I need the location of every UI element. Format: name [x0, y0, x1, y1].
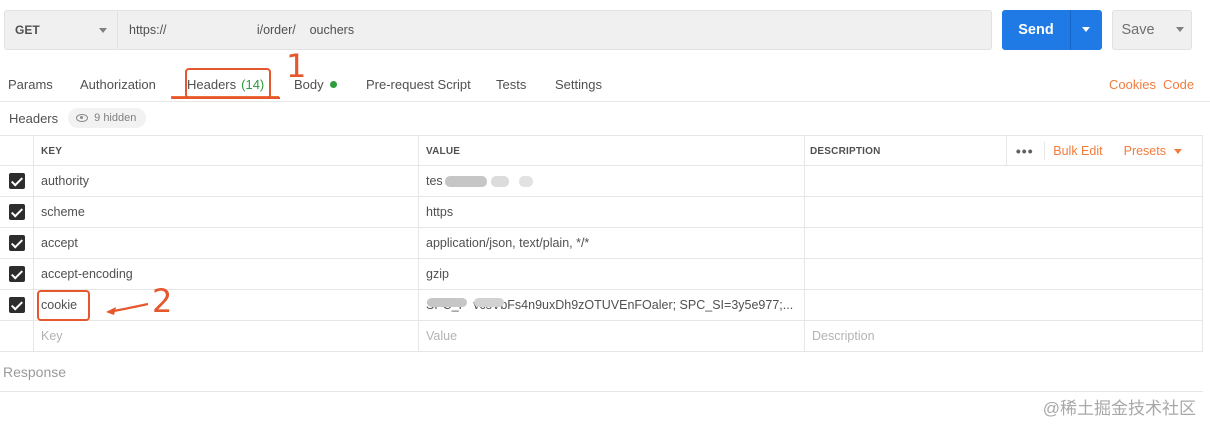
code-link[interactable]: Code — [1163, 66, 1194, 102]
key-cell[interactable]: scheme — [34, 197, 419, 227]
hidden-count: 9 hidden — [94, 112, 137, 124]
request-bar: GET https:// i/order/ ouchers Send Save — [4, 10, 1194, 50]
redacted-mark — [490, 175, 509, 187]
method-label: GET — [15, 23, 40, 37]
table-row: scheme https — [0, 197, 1203, 228]
key-cell[interactable]: accept-encoding — [34, 259, 419, 289]
row-checkbox[interactable] — [8, 173, 25, 189]
chevron-down-icon — [99, 28, 107, 33]
method-select[interactable]: GET — [4, 10, 118, 50]
table-tools: ••• Bulk Edit Presets — [1006, 136, 1202, 166]
annotation-number-2: 2 — [152, 282, 173, 320]
checkbox-cell — [0, 228, 34, 258]
bulk-edit-link[interactable]: Bulk Edit — [1053, 144, 1102, 158]
value-cell[interactable]: SPC_F vcsVbFs4n9uxDh9zOTUVEnFOaler; SPC_… — [419, 290, 805, 320]
table-row-new: Key Value Description — [0, 321, 1203, 352]
chevron-down-icon — [1082, 27, 1090, 32]
row-checkbox[interactable] — [8, 266, 25, 282]
description-cell[interactable] — [805, 228, 1203, 258]
checkbox-cell — [0, 321, 34, 351]
cookies-link[interactable]: Cookies — [1109, 66, 1156, 102]
description-cell[interactable] — [805, 197, 1203, 227]
row-checkbox[interactable] — [8, 204, 25, 220]
watermark: @稀土掘金技术社区 — [1042, 399, 1196, 418]
send-button[interactable]: Send — [1002, 10, 1102, 50]
description-cell[interactable] — [805, 259, 1203, 289]
send-options-button[interactable] — [1071, 10, 1102, 50]
divider — [1044, 142, 1046, 160]
value-column-header: VALUE — [419, 136, 805, 166]
description-cell[interactable] — [805, 290, 1203, 320]
redacted-mark — [444, 175, 487, 187]
annotation-box-cookie — [37, 290, 90, 321]
chevron-down-icon — [1174, 148, 1182, 154]
redacted-mark — [518, 175, 533, 187]
new-value-input[interactable]: Value — [419, 321, 805, 351]
row-checkbox[interactable] — [8, 235, 25, 251]
table-row: accept application/json, text/plain, */* — [0, 228, 1203, 259]
presets-dropdown[interactable]: Presets — [1124, 144, 1182, 158]
redacted-mark — [427, 298, 467, 307]
response-label: Response — [3, 363, 67, 380]
headers-label: Headers — [9, 110, 59, 126]
value-cell[interactable]: tes — [419, 166, 805, 196]
checkbox-cell — [0, 197, 34, 227]
headers-toolbar: Headers 9 hidden — [9, 108, 147, 128]
headers-table: KEY VALUE DESCRIPTION ••• Bulk Edit Pres… — [0, 135, 1203, 352]
status-dot-icon — [329, 80, 337, 88]
description-column-header: DESCRIPTION ••• Bulk Edit Presets — [805, 136, 1203, 166]
eye-icon — [76, 114, 89, 122]
key-cell[interactable]: authority — [34, 166, 419, 196]
tab-label: Params — [8, 76, 53, 92]
send-label: Send — [1018, 22, 1054, 38]
annotation-box-headers — [185, 68, 271, 99]
value-cell[interactable]: gzip — [419, 259, 805, 289]
checkbox-cell — [0, 290, 34, 320]
value-text: tes — [426, 174, 443, 188]
value-cell[interactable]: application/json, text/plain, */* — [419, 228, 805, 258]
save-options-button[interactable] — [1169, 11, 1191, 49]
tab-tests[interactable]: Tests — [496, 66, 526, 102]
description-cell[interactable] — [805, 166, 1203, 196]
more-options-icon[interactable]: ••• — [1006, 136, 1042, 166]
value-cell[interactable]: https — [419, 197, 805, 227]
tab-label: Tests — [496, 76, 527, 92]
tab-params[interactable]: Params — [8, 66, 53, 102]
table-header-row: KEY VALUE DESCRIPTION ••• Bulk Edit Pres… — [0, 135, 1203, 166]
tab-label: Pre-request Script — [366, 76, 471, 92]
save-label: Save — [1121, 22, 1155, 38]
checkbox-cell — [0, 259, 34, 289]
presets-label: Presets — [1123, 144, 1166, 158]
checkbox-cell — [0, 166, 34, 196]
hidden-headers-toggle[interactable]: 9 hidden — [68, 108, 147, 128]
table-row: authority tes — [0, 166, 1203, 197]
row-checkbox[interactable] — [8, 297, 25, 313]
table-row: cookie SPC_F vcsVbFs4n9uxDh9zOTUVEnFOale… — [0, 290, 1203, 321]
key-column-header: KEY — [34, 136, 419, 166]
annotation-arrow-icon — [106, 302, 149, 315]
description-header-label: DESCRIPTION — [810, 145, 881, 157]
table-row: accept-encoding gzip — [0, 259, 1203, 290]
response-panel: Response — [0, 351, 1203, 392]
key-cell[interactable]: cookie — [34, 290, 419, 320]
tab-pre-request-script[interactable]: Pre-request Script — [366, 66, 471, 102]
new-key-input[interactable]: Key — [34, 321, 419, 351]
key-cell[interactable]: accept — [34, 228, 419, 258]
redacted-mark — [474, 298, 504, 307]
annotation-underline — [172, 97, 280, 99]
tab-authorization[interactable]: Authorization — [80, 66, 156, 102]
annotation-number-1: 1 — [286, 47, 307, 85]
url-text: https:// i/order/ ouchers — [129, 23, 355, 37]
tab-settings[interactable]: Settings — [555, 66, 602, 102]
tab-label: Settings — [555, 76, 602, 92]
checkbox-column-header — [0, 136, 34, 166]
chevron-down-icon — [1176, 27, 1184, 32]
save-button[interactable]: Save — [1112, 10, 1192, 50]
url-input[interactable]: https:// i/order/ ouchers — [118, 10, 992, 50]
tab-label: Authorization — [80, 76, 156, 92]
new-description-input[interactable]: Description — [805, 321, 1203, 351]
